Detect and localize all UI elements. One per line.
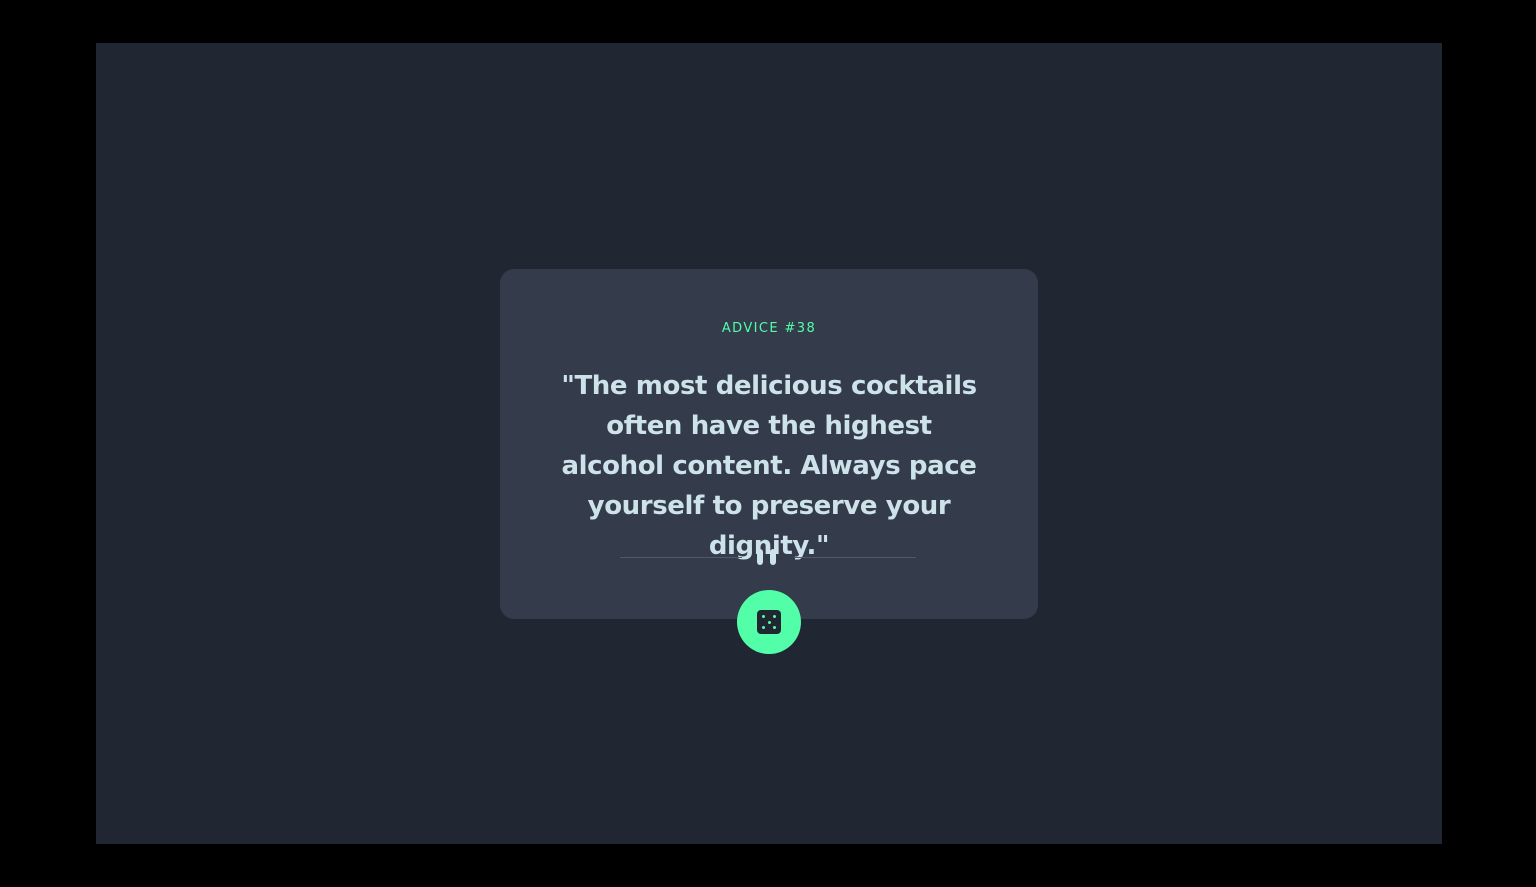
dice-icon	[757, 610, 781, 634]
divider	[620, 547, 916, 567]
advice-card: ADVICE #38 "The most delicious cocktails…	[500, 269, 1038, 619]
advice-quote: "The most delicious cocktails often have…	[561, 371, 977, 561]
app-background: ADVICE #38 "The most delicious cocktails…	[96, 43, 1442, 844]
advice-id: ADVICE #38	[721, 321, 817, 336]
new-advice-button[interactable]	[737, 590, 801, 654]
divider-line-right	[794, 557, 916, 558]
divider-line-left	[620, 557, 742, 558]
pause-icon	[757, 549, 779, 566]
